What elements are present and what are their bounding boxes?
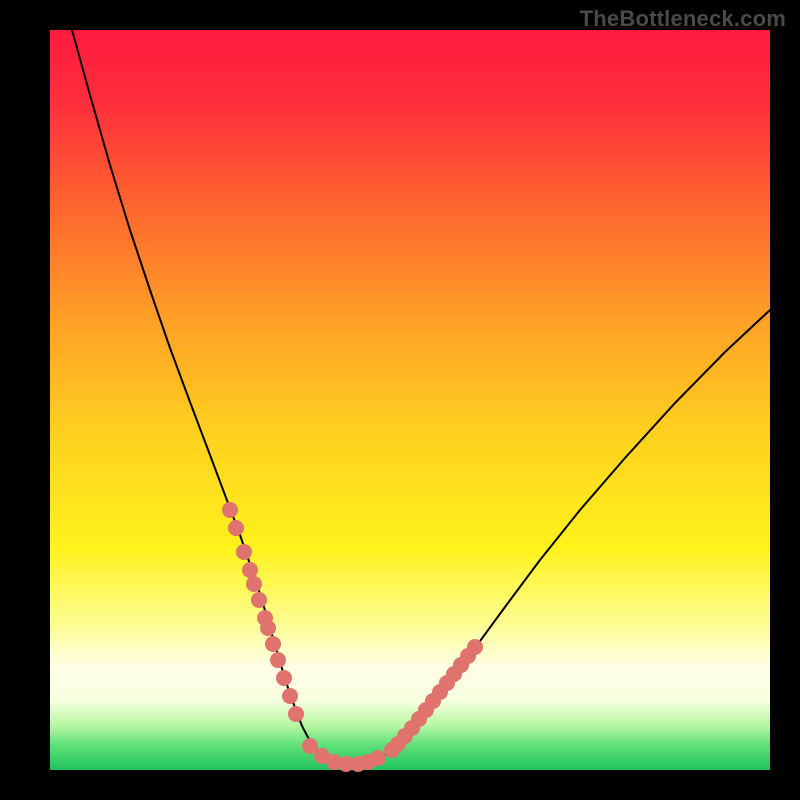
marker xyxy=(260,620,276,636)
chart-frame: TheBottleneck.com xyxy=(0,0,800,800)
marker xyxy=(276,670,292,686)
marker xyxy=(370,750,386,766)
marker xyxy=(236,544,252,560)
plot-background xyxy=(50,30,770,770)
marker xyxy=(288,706,304,722)
bottleneck-chart xyxy=(0,0,800,800)
marker xyxy=(251,592,267,608)
marker xyxy=(270,652,286,668)
marker xyxy=(282,688,298,704)
marker xyxy=(222,502,238,518)
marker xyxy=(467,639,483,655)
marker xyxy=(246,576,262,592)
marker xyxy=(242,562,258,578)
marker xyxy=(228,520,244,536)
marker xyxy=(265,636,281,652)
